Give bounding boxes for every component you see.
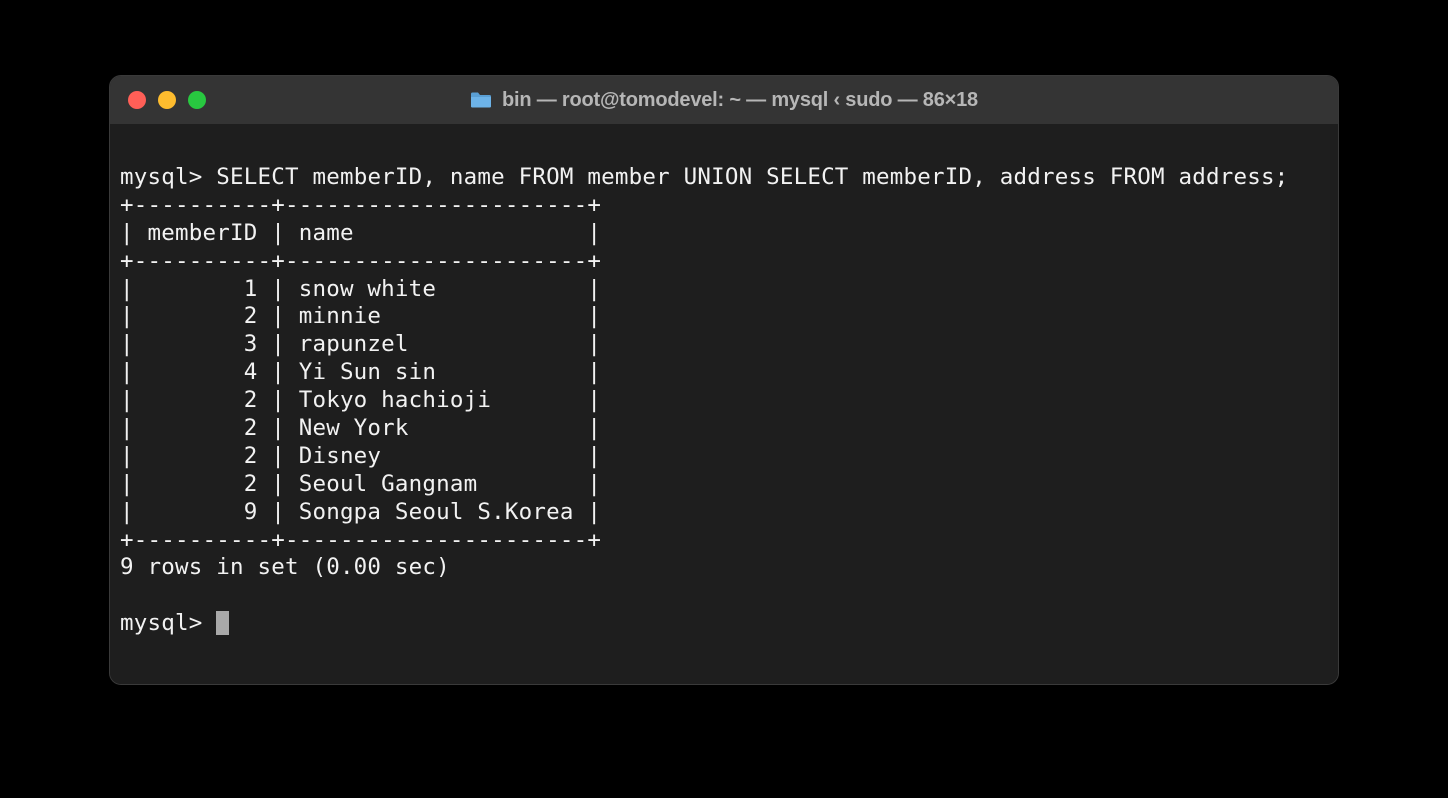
title-wrap: bin — root@tomodevel: ~ — mysql ‹ sudo —… (110, 89, 1338, 112)
table-row: | 2 | Tokyo hachioji | (120, 387, 601, 413)
table-row: | 4 | Yi Sun sin | (120, 359, 601, 385)
table-row: | 1 | snow white | (120, 276, 601, 302)
terminal-window: bin — root@tomodevel: ~ — mysql ‹ sudo —… (109, 75, 1339, 685)
prompt: mysql> (120, 610, 216, 636)
table-header: | memberID | name | (120, 220, 601, 246)
status-text: 9 rows in set (0.00 sec) (120, 554, 450, 580)
prompt: mysql> (120, 164, 202, 190)
maximize-button[interactable] (188, 91, 206, 109)
table-border: +----------+----------------------+ (120, 192, 601, 218)
table-row: | 2 | New York | (120, 415, 601, 441)
table-row: | 9 | Songpa Seoul S.Korea | (120, 499, 601, 525)
table-border: +----------+----------------------+ (120, 527, 601, 553)
table-border: +----------+----------------------+ (120, 248, 601, 274)
traffic-lights (128, 91, 206, 109)
close-button[interactable] (128, 91, 146, 109)
minimize-button[interactable] (158, 91, 176, 109)
cursor (216, 611, 229, 635)
terminal-content[interactable]: mysql> SELECT memberID, name FROM member… (120, 164, 1328, 638)
titlebar[interactable]: bin — root@tomodevel: ~ — mysql ‹ sudo —… (110, 76, 1338, 124)
folder-icon (470, 91, 492, 109)
table-row: | 2 | minnie | (120, 303, 601, 329)
table-row: | 2 | Seoul Gangnam | (120, 471, 601, 497)
sql-query: SELECT memberID, name FROM member UNION … (216, 164, 1288, 190)
table-row: | 2 | Disney | (120, 443, 601, 469)
window-title: bin — root@tomodevel: ~ — mysql ‹ sudo —… (502, 89, 978, 112)
terminal-body[interactable]: mysql> SELECT memberID, name FROM member… (110, 124, 1338, 684)
table-row: | 3 | rapunzel | (120, 331, 601, 357)
